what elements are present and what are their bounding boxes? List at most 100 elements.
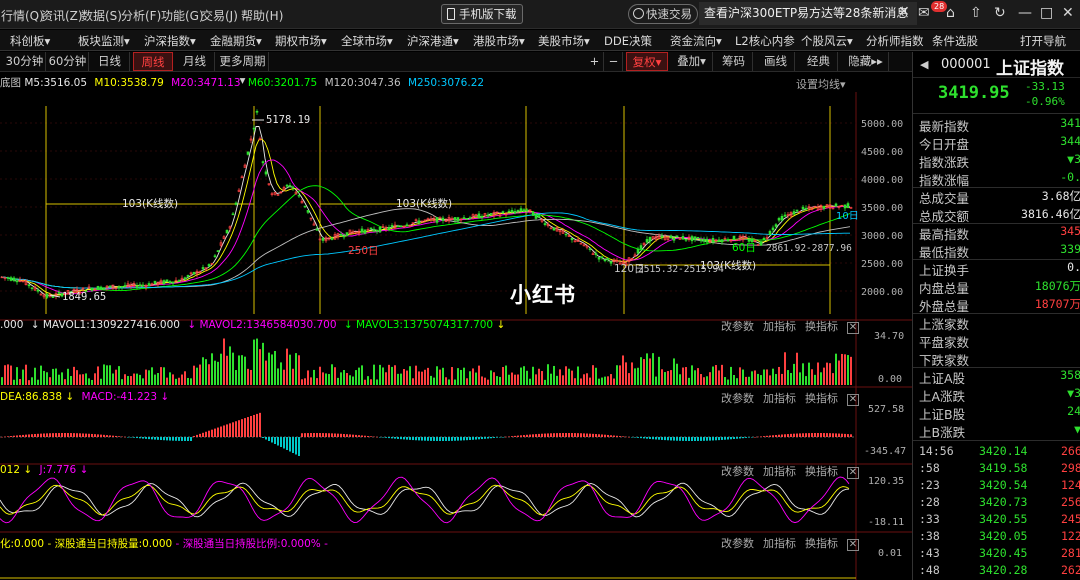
period-more-button[interactable]: 更多周期▾ — [217, 52, 269, 87]
switch-indicator-button[interactable]: 换指标 — [805, 465, 838, 478]
draw-line-button[interactable]: 画线 — [757, 52, 795, 71]
mavol1-text: MAVOL1:1309227416.000 — [42, 319, 180, 331]
tick-volume: 2450 — [1061, 512, 1080, 526]
quote-stat-label: 上证B股 — [919, 407, 966, 422]
menu-function[interactable]: 功能(G) — [161, 7, 204, 24]
maximize-icon[interactable]: □ — [1040, 5, 1053, 21]
price-tick: 4500.00 — [861, 147, 903, 158]
period-30min-button[interactable]: 30分钟 — [4, 52, 46, 71]
nav-item-open-nav[interactable]: 打开导航 — [1020, 33, 1066, 49]
range-annotation: 2861.92-2877.96 — [766, 243, 852, 254]
close-icon[interactable]: ✕ — [847, 322, 859, 334]
nav-item-futures[interactable]: 金融期货▾ — [210, 33, 262, 49]
nav-item-star-market[interactable]: 科创板▾ — [10, 33, 50, 49]
mail-icon[interactable]: ✉ — [918, 5, 930, 21]
nav-item-options[interactable]: 期权市场▾ — [275, 33, 327, 49]
period-60min-button[interactable]: 60分钟 — [47, 52, 89, 71]
menu-news[interactable]: 资讯(Z) — [41, 7, 83, 24]
switch-indicator-button[interactable]: 换指标 — [805, 537, 838, 550]
kline-chart[interactable]: 5000.00 4500.00 4000.00 3500.00 3000.00 … — [0, 92, 912, 580]
overlay-button[interactable]: 叠加▾ — [671, 52, 713, 71]
add-indicator-button[interactable]: 加指标 — [763, 465, 796, 478]
nav-item-analyst[interactable]: 分析师指数 — [866, 33, 924, 49]
classic-button[interactable]: 经典 — [800, 52, 838, 71]
period-daily-button[interactable]: 日线 — [90, 52, 130, 71]
nav-item-screener[interactable]: 条件选股 — [932, 33, 978, 49]
nav-item-fund-flow[interactable]: 资金流向▾ — [670, 33, 722, 49]
adjust-price-button[interactable]: 复权▾ — [626, 52, 668, 71]
tick-price: 3420.05 — [979, 529, 1028, 543]
close-icon[interactable]: ✕ — [898, 4, 910, 20]
quick-trade-button[interactable]: 快速交易 — [628, 4, 698, 24]
menu-analysis[interactable]: 分析(F) — [121, 7, 161, 24]
hide-button[interactable]: 隐藏▸▸ — [843, 52, 889, 71]
switch-indicator-button[interactable]: 换指标 — [805, 320, 838, 333]
edit-params-button[interactable]: 改参数 — [721, 465, 754, 478]
period-monthly-button[interactable]: 月线 — [175, 52, 215, 71]
tick-row: :58 3419.58 2980 — [919, 461, 1080, 479]
quote-stat-label: 最低指数 — [919, 245, 970, 260]
nav-item-global[interactable]: 全球市场▾ — [341, 33, 393, 49]
add-indicator-button[interactable]: 加指标 — [763, 320, 796, 333]
edit-params-button[interactable]: 改参数 — [721, 537, 754, 550]
ma-legend: 底图 M5:3516.05 M10:3538.79 M20:3471.13 M6… — [0, 75, 484, 91]
switch-indicator-button[interactable]: 换指标 — [805, 392, 838, 405]
tick-volume: 2564 — [1061, 495, 1080, 509]
nav-item-index[interactable]: 沪深指数▾ — [144, 33, 196, 49]
price-tick: 3000.00 — [861, 231, 903, 242]
close-icon[interactable]: ✕ — [847, 539, 859, 551]
nav-label: L2核心内参 — [735, 34, 795, 48]
period-weekly-button[interactable]: 周线 — [133, 52, 173, 71]
menu-quote[interactable]: 行情(Q) — [1, 7, 44, 24]
kline-count-label: 103(K线数) — [396, 197, 452, 210]
edit-params-button[interactable]: 改参数 — [721, 392, 754, 405]
quote-stat-value: 3.68亿 — [1041, 189, 1080, 203]
add-indicator-button[interactable]: 加指标 — [763, 537, 796, 550]
nav-item-dde[interactable]: DDE决策 — [604, 33, 652, 49]
nav-item-hk[interactable]: 港股市场▾ — [473, 33, 525, 49]
upload-icon[interactable]: ⇧ — [970, 5, 982, 21]
mobile-download-button[interactable]: 手机版下载 — [441, 4, 523, 24]
close-icon[interactable]: ✕ — [847, 467, 859, 479]
nav-item-stock-news[interactable]: 个股风云▾ — [801, 33, 853, 49]
triangle-left-icon[interactable]: ◀ — [920, 58, 928, 71]
dash: - — [324, 538, 328, 550]
volume-bars — [1, 338, 852, 385]
nav-item-sector-monitor[interactable]: 板块监测▾ — [78, 33, 130, 49]
news-banner[interactable]: 查看沪深300ETP易方达等28条新消息 — [699, 2, 917, 25]
zoom-out-button[interactable]: − — [605, 52, 623, 71]
ma120-value: M120:3047.36 — [324, 77, 401, 89]
tick-row: :28 3420.73 2564 — [919, 495, 1080, 513]
tick-volume: 1220 — [1061, 529, 1080, 543]
window-close-icon[interactable]: ✕ — [1062, 5, 1074, 21]
close-icon[interactable]: ✕ — [847, 394, 859, 406]
zoom-in-button[interactable]: + — [586, 52, 604, 71]
edit-params-button[interactable]: 改参数 — [721, 320, 754, 333]
phone-icon — [447, 8, 455, 20]
nav-item-us[interactable]: 美股市场▾ — [538, 33, 590, 49]
hide-label: 隐藏 — [848, 54, 872, 68]
quote-stat-row: 上A涨跌 ▼3 — [919, 386, 1080, 404]
quote-stat-row: 上涨家数 — [919, 314, 1080, 332]
ma-settings-button[interactable]: 设置均线▾ — [796, 76, 846, 92]
kdj-j-value: J:7.776 — [39, 464, 77, 476]
arrow-down-icon: ↓ — [65, 391, 75, 403]
chips-button[interactable]: 筹码 — [715, 52, 753, 71]
home-icon[interactable]: ⌂ — [946, 5, 955, 21]
nav-item-l2[interactable]: L2核心内参 — [735, 33, 795, 49]
minimize-icon[interactable]: — — [1018, 5, 1032, 21]
add-indicator-button[interactable]: 加指标 — [763, 392, 796, 405]
volume-panel-tools: 改参数 加指标 换指标 ✕ — [712, 318, 859, 334]
ma-cross-label: 60日 — [732, 242, 756, 254]
quote-stat-row: 上B涨跌 ▼ — [919, 422, 1080, 440]
volume-legend: .000 ↓ MAVOL1:1309227416.000 ↓ MAVOL2:13… — [0, 319, 505, 331]
menu-help[interactable]: 帮助(H) — [241, 7, 283, 24]
menu-trade[interactable]: 交易(J) — [201, 7, 238, 24]
refresh-icon[interactable]: ↻ — [994, 5, 1006, 21]
quote-stat-value: -0. — [1060, 170, 1080, 184]
nav-item-connect[interactable]: 沪深港通▾ — [407, 33, 459, 49]
ma-legend-prefix: 底图 — [0, 77, 21, 89]
tick-row: :43 3420.45 2818 — [919, 546, 1080, 564]
kdj-tick: -18.11 — [868, 517, 904, 528]
menu-data[interactable]: 数据(S) — [81, 7, 122, 24]
